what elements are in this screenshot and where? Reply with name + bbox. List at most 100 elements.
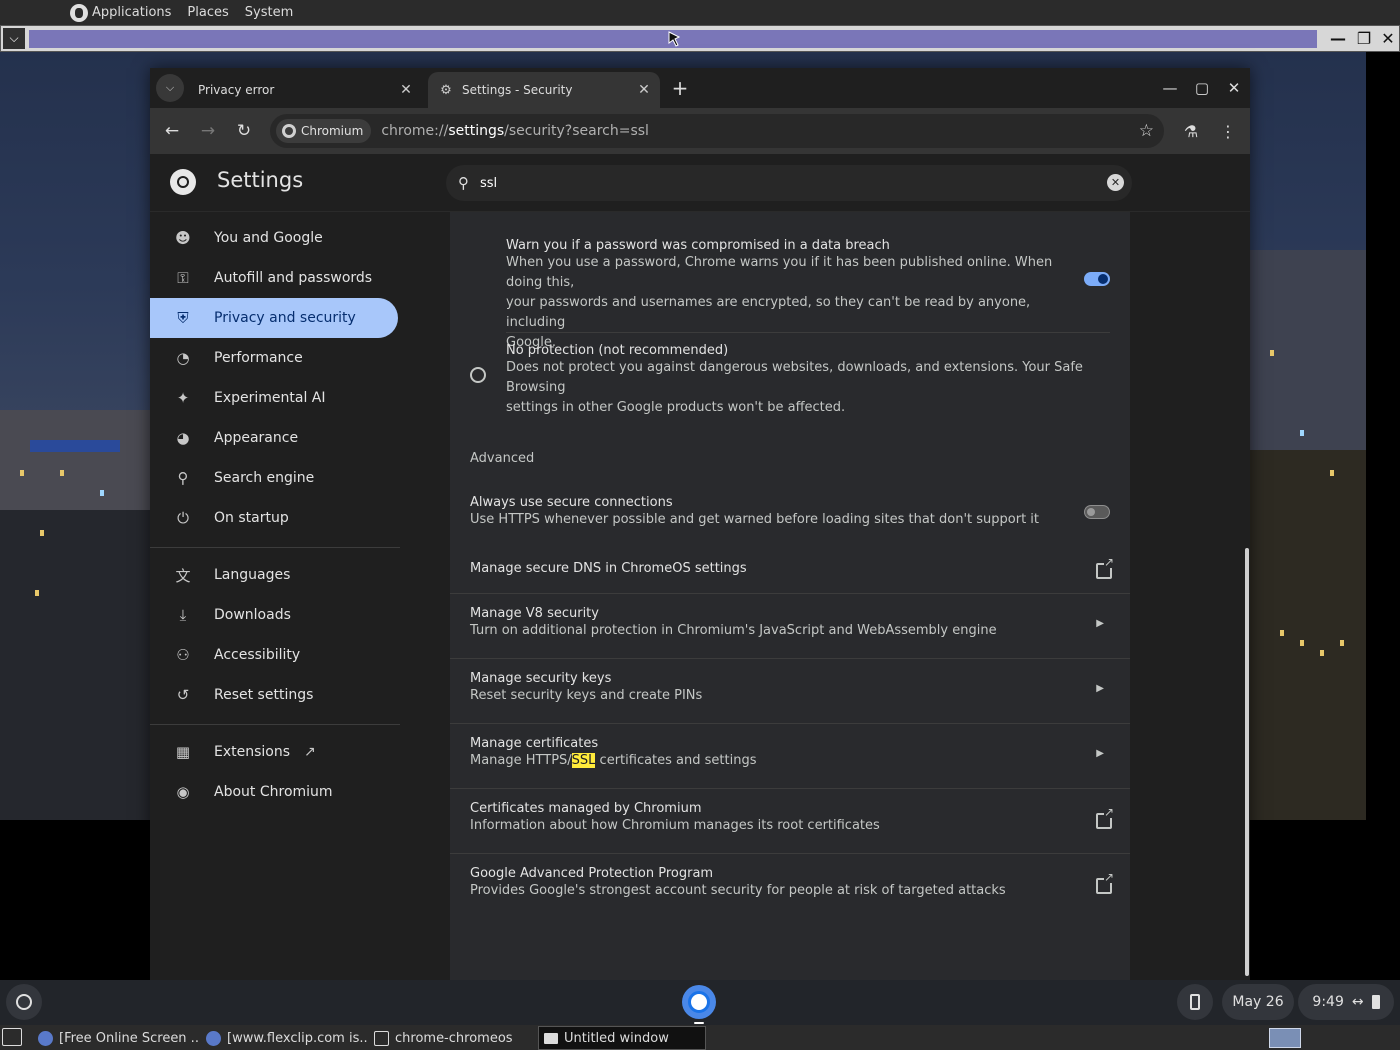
sidebar-item-reset[interactable]: ↺ Reset settings: [150, 675, 398, 715]
date-tray[interactable]: May 26: [1222, 984, 1294, 1020]
show-desktop-icon[interactable]: [2, 1028, 22, 1046]
sidebar-item-label: About Chromium: [214, 784, 333, 800]
sidebar-item-performance[interactable]: ◔ Performance: [150, 338, 398, 378]
security-settings-card: Warn you if a password was compromised i…: [450, 212, 1130, 980]
search-input[interactable]: [480, 175, 1080, 191]
maximize-icon[interactable]: ❐: [1353, 27, 1375, 49]
settings-header: Settings ⚲ ✕: [150, 154, 1250, 212]
chromium-icon: ◉: [176, 783, 190, 801]
applications-menu[interactable]: Applications: [70, 3, 171, 22]
mouse-cursor-icon: [668, 31, 681, 47]
row-title: Manage security keys: [470, 671, 612, 686]
translate-icon: 文: [175, 566, 191, 585]
task-chrome-chromeos[interactable]: chrome-chromeos: [374, 1026, 534, 1050]
launcher-button[interactable]: [6, 984, 42, 1020]
close-icon[interactable]: ✕: [1222, 76, 1246, 100]
power-icon: ⏻: [177, 509, 189, 527]
sidebar-item-extensions[interactable]: ▦ Extensions ↗: [150, 732, 398, 772]
sidebar-divider: [150, 724, 400, 725]
sidebar-item-on-startup[interactable]: ⏻ On startup: [150, 498, 398, 538]
sidebar-item-label: Autofill and passwords: [214, 270, 373, 286]
task-flexclip[interactable]: [www.flexclip.com is...: [206, 1026, 368, 1050]
secure-dns-row[interactable]: Manage secure DNS in ChromeOS settings: [450, 549, 1130, 597]
secure-connections-toggle[interactable]: [1084, 505, 1110, 519]
row-title: Manage V8 security: [470, 606, 599, 621]
sidebar-item-appearance[interactable]: ◕ Appearance: [150, 418, 398, 458]
settings-search[interactable]: ⚲ ✕: [446, 165, 1132, 201]
task-label: Untitled window: [564, 1030, 669, 1046]
row-description-line: Does not protect you against dangerous w…: [506, 360, 1083, 395]
back-button[interactable]: ←: [158, 117, 186, 145]
new-tab-button[interactable]: +: [668, 76, 692, 100]
no-protection-row[interactable]: No protection (not recommended) Does not…: [450, 343, 1130, 415]
breach-warning-row[interactable]: Warn you if a password was compromised i…: [450, 238, 1130, 350]
more-menu-icon[interactable]: ⋮: [1214, 117, 1242, 145]
page-scrollbar[interactable]: [1245, 548, 1249, 976]
sidebar-item-privacy[interactable]: ⛨ Privacy and security: [150, 298, 398, 338]
sidebar-item-accessibility[interactable]: ⚇ Accessibility: [150, 635, 398, 675]
accessibility-icon: ⚇: [176, 646, 190, 664]
manage-certificates-row[interactable]: Manage certificates Manage HTTPS/SSL cer…: [450, 723, 1130, 788]
status-tray[interactable]: 9:49 ↔: [1298, 984, 1394, 1020]
address-bar[interactable]: Chromium chrome://settings/security?sear…: [270, 114, 1164, 148]
chromium-shelf-icon[interactable]: [682, 985, 716, 1019]
maximize-icon[interactable]: ▢: [1190, 76, 1214, 100]
gnome-top-panel: Applications Places System: [0, 0, 1400, 25]
tab-settings-security[interactable]: ⚙ Settings - Security ✕: [428, 72, 660, 108]
tab-close-icon[interactable]: ✕: [634, 82, 654, 98]
row-description: Manage HTTPS/SSL certificates and settin…: [470, 753, 757, 768]
sidebar-item-about[interactable]: ◉ About Chromium: [150, 772, 398, 812]
reset-icon: ↺: [176, 686, 190, 704]
tab-label: Settings - Security: [462, 83, 573, 97]
outer-window-titlebar[interactable]: ⌵ — ❐ ✕: [0, 25, 1400, 52]
advanced-protection-row[interactable]: Google Advanced Protection Program Provi…: [450, 853, 1130, 918]
workspace-pager[interactable]: [1269, 1028, 1301, 1048]
bookmark-star-icon[interactable]: ☆: [1139, 121, 1154, 141]
search-highlight: SSL: [571, 753, 596, 768]
row-description: Reset security keys and create PINs: [470, 688, 703, 703]
managed-certificates-row[interactable]: Certificates managed by Chromium Informa…: [450, 788, 1130, 853]
no-protection-radio[interactable]: [470, 367, 486, 383]
speedometer-icon: ◔: [176, 349, 190, 367]
minimize-icon[interactable]: —: [1158, 76, 1182, 100]
tab-privacy-error[interactable]: Privacy error ✕: [190, 72, 422, 108]
window-menu-button[interactable]: ⌵: [3, 28, 25, 49]
sidebar-item-downloads[interactable]: ⤓ Downloads: [150, 595, 398, 635]
row-description: Use HTTPS whenever possible and get warn…: [470, 512, 1040, 527]
labs-flask-icon[interactable]: ⚗: [1177, 117, 1205, 145]
task-free-online-screen[interactable]: [Free Online Screen ...: [38, 1026, 200, 1050]
chromium-icon: [206, 1030, 221, 1046]
sidebar-item-experimental-ai[interactable]: ✦ Experimental AI: [150, 378, 398, 418]
search-icon: ⚲: [458, 174, 469, 192]
security-keys-row[interactable]: Manage security keys Reset security keys…: [450, 658, 1130, 723]
sidebar-item-you-and-google[interactable]: ☻ You and Google: [150, 218, 398, 258]
reload-button[interactable]: ↻: [230, 117, 258, 145]
window-icon: [544, 1032, 558, 1044]
tab-close-icon[interactable]: ✕: [396, 82, 416, 98]
sidebar-item-autofill[interactable]: ⚿ Autofill and passwords: [150, 258, 398, 298]
url-text[interactable]: chrome://settings/security?search=ssl: [381, 123, 649, 139]
settings-sidebar: ☻ You and Google ⚿ Autofill and password…: [150, 212, 410, 980]
phone-hub-button[interactable]: [1177, 984, 1213, 1020]
secure-connections-row[interactable]: Always use secure connections Use HTTPS …: [450, 488, 1130, 540]
forward-button[interactable]: →: [194, 117, 222, 145]
puzzle-icon: ▦: [175, 743, 191, 761]
close-icon[interactable]: ✕: [1377, 27, 1399, 49]
clear-search-icon[interactable]: ✕: [1107, 174, 1124, 191]
v8-security-row[interactable]: Manage V8 security Turn on additional pr…: [450, 593, 1130, 658]
tab-search-button[interactable]: ⌵: [156, 74, 184, 102]
site-info-chip[interactable]: Chromium: [276, 119, 372, 143]
breach-warning-toggle[interactable]: [1084, 272, 1110, 286]
sidebar-item-label: Accessibility: [214, 647, 301, 663]
minimize-icon[interactable]: —: [1327, 27, 1349, 49]
page-title: Settings: [217, 168, 304, 192]
task-label: [Free Online Screen ...: [59, 1030, 200, 1046]
places-menu[interactable]: Places: [187, 5, 228, 20]
task-untitled-window[interactable]: Untitled window: [538, 1026, 706, 1050]
row-description: Information about how Chromium manages i…: [470, 818, 880, 833]
sidebar-item-languages[interactable]: 文 Languages: [150, 555, 398, 595]
row-divider: [506, 332, 1110, 333]
chromeos-shelf: May 26 9:49 ↔: [0, 980, 1400, 1025]
system-menu[interactable]: System: [245, 5, 293, 20]
sidebar-item-search-engine[interactable]: ⚲ Search engine: [150, 458, 398, 498]
